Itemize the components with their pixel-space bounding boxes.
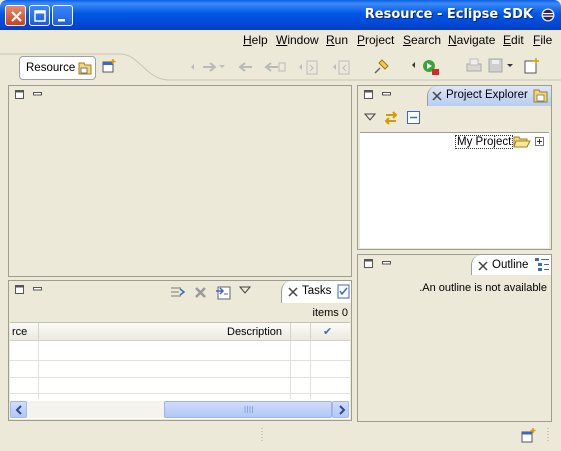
- project-tree: My Project: [360, 132, 549, 248]
- tasks-table: rce Description ✔: [10, 322, 350, 419]
- tasks-item-count: items 0: [312, 307, 348, 319]
- tab-label: Tasks: [302, 285, 332, 297]
- column-divider[interactable]: [310, 323, 311, 341]
- grid-line: [310, 341, 311, 399]
- column-divider[interactable]: [38, 323, 39, 341]
- tab-label: Project Explorer: [446, 89, 528, 101]
- back-icon[interactable]: [232, 60, 256, 74]
- explorer-toolbar: [358, 106, 551, 132]
- tasks-panel: Tasks items 0 rce Description ✔: [8, 280, 352, 421]
- title-bar: Resource - Eclipse SDK: [0, 0, 561, 30]
- table-header: rce Description ✔: [10, 323, 350, 341]
- status-separator: [547, 428, 549, 442]
- menu-search[interactable]: Search: [403, 33, 441, 47]
- project-explorer-icon: [533, 89, 548, 103]
- grid-line: [10, 377, 350, 378]
- link-with-editor-icon[interactable]: [382, 110, 400, 126]
- open-perspective-icon[interactable]: [101, 58, 117, 74]
- grid-line: [10, 393, 350, 394]
- fast-view-icon[interactable]: [520, 427, 538, 443]
- menu-file[interactable]: File: [533, 33, 552, 47]
- scrollbar-thumb[interactable]: [164, 401, 332, 418]
- menu-project[interactable]: Project: [357, 33, 394, 47]
- new-wizard-icon[interactable]: [522, 57, 542, 75]
- status-bar: [0, 424, 561, 451]
- explorer-minmax-icon[interactable]: [364, 90, 394, 100]
- outline-minmax-icon[interactable]: [364, 259, 394, 269]
- filter-icon[interactable]: [215, 284, 233, 300]
- close-button[interactable]: [5, 5, 26, 26]
- minimize-icon: [58, 19, 65, 22]
- menu-bar: Help Window Run Project Search Navigate …: [0, 30, 561, 50]
- tab-outline[interactable]: Outline: [471, 255, 551, 275]
- previous-annotation-icon[interactable]: [330, 60, 352, 76]
- window-title: Resource - Eclipse SDK: [364, 7, 533, 22]
- next-annotation-icon[interactable]: [296, 60, 322, 76]
- view-menu-icon[interactable]: [239, 285, 251, 295]
- menu-window[interactable]: Window: [276, 33, 319, 47]
- grid-line: [290, 341, 291, 399]
- status-separator: [261, 428, 263, 442]
- menu-edit[interactable]: Edit: [503, 33, 524, 47]
- print-icon[interactable]: [464, 57, 484, 75]
- maximize-view-icon[interactable]: [15, 90, 45, 100]
- column-completed[interactable]: ✔: [323, 325, 332, 338]
- run-icon[interactable]: [410, 58, 442, 76]
- grid-line: [10, 360, 350, 361]
- tab-project-explorer[interactable]: Project Explorer: [427, 86, 551, 106]
- eclipse-logo-icon: [541, 8, 555, 22]
- maximize-button[interactable]: [29, 5, 50, 26]
- menu-run[interactable]: Run: [326, 33, 348, 47]
- editor-area: [8, 85, 352, 277]
- forward-icon[interactable]: [188, 60, 228, 74]
- delete-icon[interactable]: [193, 285, 209, 299]
- tasks-minmax-icon[interactable]: [15, 285, 45, 295]
- new-task-icon[interactable]: [169, 284, 187, 300]
- column-description[interactable]: Description: [227, 326, 282, 338]
- maximize-icon: [34, 10, 46, 22]
- save-icon[interactable]: [486, 57, 516, 75]
- grip-icon: [244, 406, 253, 413]
- close-icon: [11, 11, 22, 22]
- resource-perspective-icon: [78, 62, 92, 75]
- last-edit-location-icon[interactable]: [260, 60, 290, 74]
- column-resource[interactable]: rce: [12, 326, 27, 338]
- outline-icon: [535, 258, 549, 271]
- pin-editor-icon[interactable]: [372, 58, 390, 76]
- arrow-left-icon: [15, 405, 22, 415]
- menu-help[interactable]: Help: [243, 33, 268, 47]
- folder-open-icon: [513, 136, 531, 148]
- close-tab-icon[interactable]: [432, 91, 442, 101]
- perspective-label: Resource: [26, 62, 76, 74]
- grid-line: [38, 341, 39, 399]
- menu-navigate[interactable]: Navigate: [448, 33, 495, 47]
- outline-panel: Outline .An outline is not available: [357, 254, 552, 422]
- column-divider[interactable]: [290, 323, 291, 341]
- horizontal-scrollbar[interactable]: [10, 401, 350, 418]
- view-menu-icon[interactable]: [364, 112, 376, 122]
- tree-item-my-project[interactable]: My Project: [360, 133, 549, 151]
- arrow-right-icon: [339, 405, 346, 415]
- tree-item-label: My Project: [455, 135, 514, 149]
- editor-tab-bar: [9, 86, 351, 106]
- scroll-right-button[interactable]: [332, 401, 349, 418]
- collapse-all-icon[interactable]: [406, 110, 422, 126]
- scroll-left-button[interactable]: [10, 401, 27, 418]
- close-tab-icon[interactable]: [478, 261, 488, 271]
- tasks-icon: [337, 284, 350, 299]
- tab-tasks[interactable]: Tasks: [281, 281, 351, 303]
- expand-icon[interactable]: [535, 137, 545, 147]
- tab-label: Outline: [492, 259, 529, 271]
- project-explorer-panel: Project Explorer My Project: [357, 85, 552, 250]
- close-tab-icon[interactable]: [288, 287, 298, 297]
- minimize-button[interactable]: [52, 5, 73, 26]
- outline-message: .An outline is not available: [419, 282, 547, 294]
- perspective-switcher-button[interactable]: Resource: [19, 56, 96, 80]
- main-toolbar: Resource: [0, 52, 561, 82]
